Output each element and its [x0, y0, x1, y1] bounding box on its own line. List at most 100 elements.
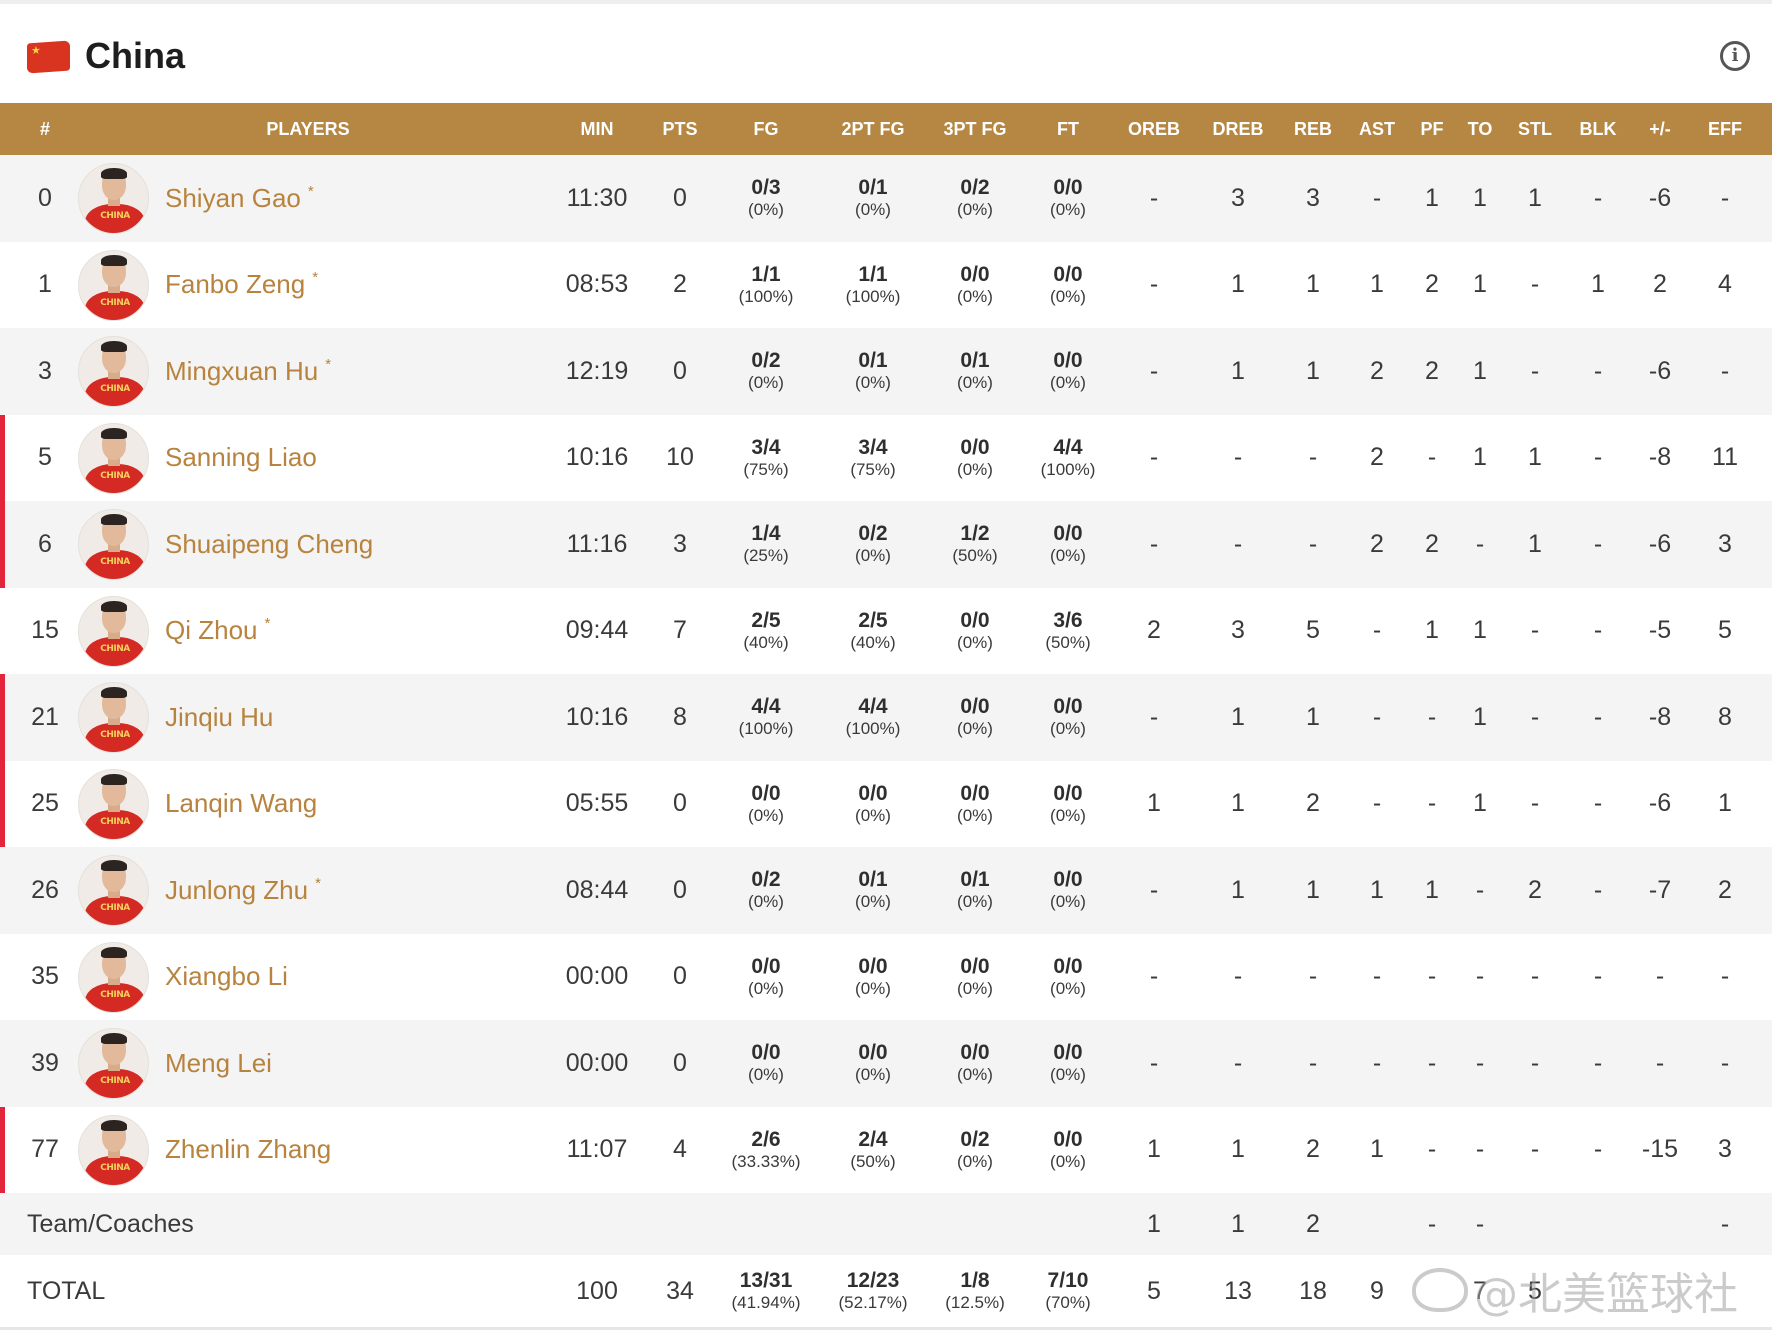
- stat-plus-minus: -8: [1648, 443, 1672, 472]
- col-header-min[interactable]: MIN: [581, 103, 614, 155]
- table-row[interactable]: 25 CHINA Lanqin Wang 05:55 0 0/0 (0%) 0/0 (0%) 0/…: [0, 760, 1772, 848]
- stat-to: 1: [1473, 443, 1487, 472]
- stat-fg2-made-attempted: 4/4: [858, 695, 888, 719]
- stat-fg-made-attempted: 4/4: [751, 695, 781, 719]
- col-header-stl[interactable]: STL: [1518, 103, 1552, 155]
- stat-pf: -: [1427, 443, 1437, 472]
- total-stat-fg2-percent: (52.17%): [838, 1293, 908, 1313]
- total-stat-ast: 9: [1370, 1276, 1384, 1305]
- col-header-ast[interactable]: AST: [1359, 103, 1395, 155]
- col-header-fg2[interactable]: 2PT FG: [841, 103, 904, 155]
- stat-eff: -: [1720, 183, 1730, 212]
- stat-fg2-made-attempted: 3/4: [858, 435, 888, 459]
- player-name-link[interactable]: Fanbo Zeng *: [165, 242, 318, 329]
- player-name: Shiyan Gao: [165, 182, 301, 213]
- stat-dreb: -: [1233, 443, 1243, 472]
- col-header-pts[interactable]: PTS: [662, 103, 697, 155]
- table-row[interactable]: 21 CHINA Jinqiu Hu 10:16 8 4/4 (100%) 4/4 (100%)…: [0, 674, 1772, 761]
- stat-ast: 1: [1370, 270, 1384, 299]
- player-name-link[interactable]: Meng Lei: [165, 1020, 272, 1107]
- stat-fg3: 0/0 (0%): [957, 1020, 993, 1107]
- stat-fg-made-attempted: 0/2: [751, 868, 781, 892]
- table-row[interactable]: 1 CHINA Fanbo Zeng * 08:53 2 1/1 (100%) 1/1 (100%…: [0, 241, 1772, 329]
- table-row[interactable]: 77 CHINA Zhenlin Zhang 11:07 4 2/6 (33.33%) 2/4…: [0, 1106, 1772, 1194]
- col-header-plus-minus[interactable]: +/-: [1649, 103, 1671, 155]
- col-header-ft[interactable]: FT: [1057, 103, 1079, 155]
- stat-stl: 1: [1528, 443, 1542, 472]
- player-name-link[interactable]: Xiangbo Li: [165, 934, 288, 1021]
- stat-fg: 0/0 (0%): [748, 1020, 784, 1107]
- stat-ft: 4/4 (100%): [1041, 415, 1096, 502]
- player-name-link[interactable]: Lanqin Wang: [165, 761, 317, 848]
- col-header-no[interactable]: #: [40, 103, 50, 155]
- table-row[interactable]: 26 CHINA Junlong Zhu * 08:44 0 0/2 (0%) 0/1 (0%) 0…: [0, 847, 1772, 934]
- col-header-reb[interactable]: REB: [1294, 103, 1332, 155]
- stat-stl: -: [1530, 962, 1540, 991]
- stat-fg2-percent: (0%): [855, 1065, 891, 1085]
- table-row[interactable]: 6 CHINA Shuaipeng Cheng 11:16 3 1/4 (25%) 0/2 (0…: [0, 501, 1772, 588]
- col-header-oreb[interactable]: OREB: [1128, 103, 1180, 155]
- stat-ast: 2: [1370, 443, 1384, 472]
- player-name-link[interactable]: Jinqiu Hu: [165, 674, 273, 761]
- stat-ft-made-attempted: 0/0: [1053, 868, 1083, 892]
- jersey-text: CHINA: [100, 1076, 130, 1086]
- table-row[interactable]: 35 CHINA Xiangbo Li 00:00 0 0/0 (0%) 0/0 (0%) 0/0…: [0, 933, 1772, 1021]
- col-header-fg3[interactable]: 3PT FG: [943, 103, 1006, 155]
- stat-fg: 4/4 (100%): [739, 674, 794, 761]
- player-name-link[interactable]: Mingxuan Hu *: [165, 328, 331, 415]
- col-header-pf[interactable]: PF: [1420, 103, 1443, 155]
- info-icon[interactable]: i: [1720, 41, 1750, 71]
- stat-reb: -: [1308, 1048, 1318, 1077]
- stat-fg3-made-attempted: 0/0: [960, 1041, 990, 1065]
- stat-fg-made-attempted: 2/5: [751, 608, 781, 632]
- stat-fg3: 0/0 (0%): [957, 934, 993, 1021]
- stat-pf: -: [1427, 962, 1437, 991]
- stat-fg-percent: (75%): [743, 459, 789, 479]
- player-name-link[interactable]: Shuaipeng Cheng: [165, 501, 373, 588]
- table-row[interactable]: 0 CHINA Shiyan Gao * 11:30 0 0/3 (0%) 0/1 (0%) 0/2…: [0, 155, 1772, 242]
- col-header-player[interactable]: PLAYERS: [266, 103, 349, 155]
- stat-dreb: 1: [1231, 356, 1245, 385]
- stat-fg3-percent: (0%): [957, 805, 993, 825]
- stat-fg3-percent: (0%): [957, 1151, 993, 1171]
- col-header-to[interactable]: TO: [1468, 103, 1493, 155]
- stat-ft: 0/0 (0%): [1050, 1020, 1086, 1107]
- stat-eff: -: [1720, 1048, 1730, 1077]
- table-row[interactable]: 5 CHINA Sanning Liao 10:16 10 3/4 (75%) 3/4 (75%…: [0, 414, 1772, 502]
- stat-oreb: 1: [1147, 789, 1161, 818]
- total-stat-fg3: 1/8 (12.5%): [945, 1255, 1005, 1327]
- stat-reb: 5: [1306, 616, 1320, 645]
- total-stat-fg-made-attempted: 13/31: [739, 1269, 793, 1293]
- stat-dreb: -: [1233, 962, 1243, 991]
- col-header-eff[interactable]: EFF: [1708, 103, 1742, 155]
- player-name-link[interactable]: Sanning Liao: [165, 415, 317, 502]
- col-header-fg[interactable]: FG: [754, 103, 779, 155]
- stat-fg2: 0/1 (0%): [855, 155, 891, 242]
- player-name-link[interactable]: Shiyan Gao *: [165, 155, 314, 242]
- jersey-number: 39: [31, 1048, 59, 1077]
- player-name-link[interactable]: Zhenlin Zhang: [165, 1107, 331, 1194]
- player-avatar: CHINA: [78, 422, 149, 494]
- stat-pts: 0: [673, 183, 687, 212]
- stat-fg2-percent: (100%): [845, 286, 901, 306]
- table-row[interactable]: 3 CHINA Mingxuan Hu * 12:19 0 0/2 (0%) 0/1 (0%) 0/…: [0, 328, 1772, 415]
- stat-fg3: 0/2 (0%): [957, 155, 993, 242]
- stat-pts: 0: [673, 962, 687, 991]
- stat-min: 10:16: [565, 443, 629, 472]
- stat-ast: -: [1372, 789, 1382, 818]
- col-header-dreb[interactable]: DREB: [1212, 103, 1263, 155]
- stat-fg2-percent: (0%): [855, 892, 891, 912]
- table-row[interactable]: 15 CHINA Qi Zhou * 09:44 7 2/5 (40%) 2/5 (40%) 0/0…: [0, 587, 1772, 675]
- stat-fg: 1/1 (100%): [739, 242, 794, 329]
- player-name-link[interactable]: Qi Zhou *: [165, 588, 270, 675]
- starter-mark: *: [315, 874, 321, 892]
- stat-fg2-made-attempted: 0/1: [858, 868, 888, 892]
- stat-ft-percent: (0%): [1050, 805, 1086, 825]
- stat-ft-made-attempted: 0/0: [1053, 176, 1083, 200]
- stat-ft-made-attempted: 0/0: [1053, 1127, 1083, 1151]
- player-name-link[interactable]: Junlong Zhu *: [165, 847, 321, 934]
- table-row[interactable]: 39 CHINA Meng Lei 00:00 0 0/0 (0%) 0/0 (0%) 0/0 (0…: [0, 1020, 1772, 1107]
- player-avatar: CHINA: [78, 509, 149, 580]
- col-header-blk[interactable]: BLK: [1580, 103, 1617, 155]
- stat-ft: 0/0 (0%): [1050, 934, 1086, 1021]
